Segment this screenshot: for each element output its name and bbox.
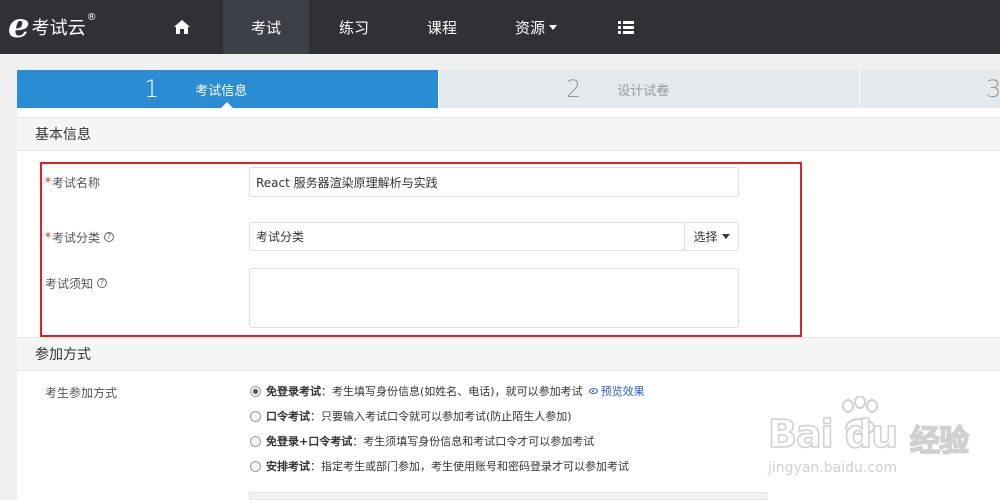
- nav-course-label: 课程: [426, 18, 457, 37]
- radio-button[interactable]: [250, 435, 261, 447]
- nav-home[interactable]: [160, 0, 204, 54]
- chevron-down-icon: [721, 234, 730, 239]
- chevron-down-icon: [549, 24, 557, 30]
- radio-button[interactable]: [250, 410, 261, 422]
- nav-exam[interactable]: 考试: [223, 0, 309, 54]
- help-icon[interactable]: ?: [97, 278, 108, 288]
- brand-logo[interactable]: e 考试云 ®: [8, 6, 97, 46]
- section-basic-info: 基本信息: [17, 117, 1000, 151]
- radio-button[interactable]: [250, 385, 261, 397]
- option-desc: ：考生填写身份信息(如姓名、电话)，就可以参加考试: [321, 385, 583, 398]
- select-category-button[interactable]: 选择: [684, 222, 739, 251]
- baidu-watermark: Bai du 经验 jingyan.baidu.com: [760, 388, 990, 488]
- required-mark: *: [45, 175, 51, 189]
- nav-exam-label: 考试: [250, 18, 281, 37]
- exam-category-input[interactable]: 考试分类: [249, 222, 685, 251]
- option-desc: ：只要输入考试口令就可以参加考试(防止陌生人参加): [310, 410, 572, 423]
- step-progress: 1 考试信息 2 设计试卷 3: [17, 70, 1000, 109]
- exam-name-label: * 考试名称: [45, 174, 100, 190]
- required-mark: *: [45, 230, 51, 244]
- join-option-password[interactable]: 口令考试 ：只要输入考试口令就可以参加考试(防止陌生人参加): [250, 408, 572, 424]
- label-text: 考生参加方式: [45, 385, 118, 400]
- registered-mark: ®: [86, 12, 97, 23]
- section-title: 基本信息: [35, 127, 91, 143]
- input-value: React 服务器渲染原理解析与实践: [256, 175, 438, 190]
- option-desc: ：考生须填写身份信息和考试口令才可以参加考试: [352, 435, 595, 448]
- list-icon: [618, 20, 634, 34]
- preview-link[interactable]: 预览效果: [588, 383, 645, 399]
- section-title: 参加方式: [35, 347, 91, 363]
- label-text: 考试名称: [52, 175, 101, 190]
- option-title: 免登录考试: [266, 385, 321, 398]
- step-label: 考试信息: [195, 83, 248, 99]
- join-option-arranged[interactable]: 安排考试 ：指定考生或部门参加，考生使用账号和密码登录才可以参加考试: [250, 458, 629, 474]
- eye-icon: [588, 388, 598, 394]
- nav-practice-label: 练习: [338, 18, 369, 37]
- section-join-mode: 参加方式: [17, 337, 1000, 371]
- watermark-main: Bai du: [767, 411, 899, 457]
- step-number: 1: [144, 75, 160, 103]
- option-title: 免登录+口令考试: [266, 435, 353, 448]
- button-label: 选择: [693, 230, 718, 244]
- join-option-no-login[interactable]: 免登录考试 ：考生填写身份信息(如姓名、电话)，就可以参加考试 预览效果: [250, 383, 645, 399]
- label-text: 考试分类: [52, 230, 101, 245]
- step-number: 3: [986, 75, 1000, 103]
- bottom-field: [249, 492, 768, 500]
- nav-course[interactable]: 课程: [404, 0, 480, 54]
- label-text: 考试须知: [45, 276, 94, 291]
- option-title: 口令考试: [266, 410, 310, 423]
- nav-list[interactable]: [606, 0, 646, 54]
- step-pointer: [220, 102, 234, 109]
- watermark-cn: 经验: [909, 423, 970, 460]
- link-text: 预览效果: [600, 385, 645, 398]
- nav-practice[interactable]: 练习: [316, 0, 392, 54]
- home-icon: [174, 20, 190, 34]
- option-title: 安排考试: [266, 460, 310, 473]
- join-option-login-password[interactable]: 免登录+口令考试 ：考生须填写身份信息和考试口令才可以参加考试: [250, 433, 594, 449]
- option-desc: ：指定考生或部门参加，考生使用账号和密码登录才可以参加考试: [310, 460, 629, 473]
- nav-resource-label: 资源: [514, 18, 545, 37]
- exam-notice-label: 考试须知 ?: [45, 275, 108, 291]
- join-mode-label: 考生参加方式: [45, 384, 117, 400]
- help-icon[interactable]: ?: [104, 232, 115, 242]
- logo-letter: e: [8, 6, 30, 46]
- brand-name: 考试云: [31, 18, 86, 39]
- step-label: 设计试卷: [617, 83, 670, 99]
- exam-name-input[interactable]: React 服务器渲染原理解析与实践: [249, 167, 739, 197]
- top-navbar: e 考试云 ® 考试 练习 课程 资源: [0, 0, 1000, 54]
- step-exam-info[interactable]: 1 考试信息: [17, 70, 438, 109]
- step-design-paper[interactable]: 2 设计试卷: [438, 70, 859, 108]
- step-number: 2: [566, 75, 582, 103]
- watermark-sub: jingyan.baidu.com: [768, 460, 898, 476]
- step-three[interactable]: 3: [859, 70, 1000, 108]
- input-value: 考试分类: [256, 230, 305, 244]
- exam-category-label: * 考试分类 ?: [45, 229, 115, 245]
- radio-button[interactable]: [250, 460, 261, 472]
- exam-notice-textarea[interactable]: [249, 268, 739, 328]
- nav-resource[interactable]: 资源: [496, 0, 576, 54]
